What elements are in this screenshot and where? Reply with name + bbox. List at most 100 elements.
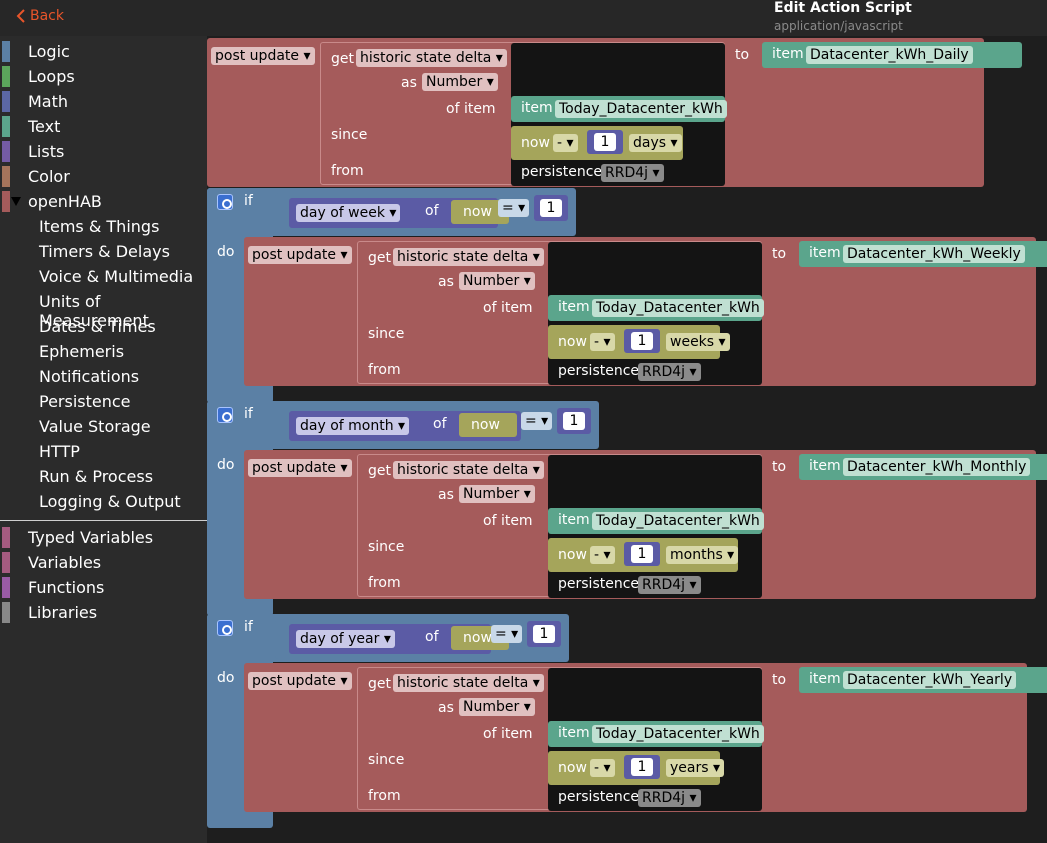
target-item-block[interactable]: item Datacenter_kWh_Weekly bbox=[799, 241, 1047, 267]
minus-operator-dropdown[interactable]: - ▾ bbox=[553, 134, 578, 152]
date-part-dropdown[interactable]: day of week ▾ bbox=[296, 204, 401, 222]
persistence-service-dropdown[interactable]: RRD4j ▾ bbox=[638, 363, 701, 381]
date-part-block[interactable]: day of year ▾ of now bbox=[289, 624, 509, 654]
compare-block[interactable]: day of month ▾ of now = ▾ 1 bbox=[275, 406, 591, 446]
post-update-dropdown[interactable]: post update ▾ bbox=[211, 47, 315, 65]
target-item-block[interactable]: item Datacenter_kWh_Daily bbox=[762, 42, 1022, 68]
post-update-dropdown[interactable]: post update ▾ bbox=[248, 672, 352, 690]
number-block[interactable]: 1 bbox=[624, 542, 660, 566]
toolbox-category-lists[interactable]: Lists bbox=[0, 139, 207, 164]
toolbox-subcategory[interactable]: Logging & Output bbox=[39, 492, 181, 517]
number-block[interactable]: 1 bbox=[624, 329, 660, 353]
toolbox-subcategory[interactable]: HTTP bbox=[39, 442, 80, 467]
equals-dropdown[interactable]: = ▾ bbox=[521, 412, 553, 430]
date-part-dropdown[interactable]: day of year ▾ bbox=[296, 630, 395, 648]
toolbox-subcategory[interactable]: Notifications bbox=[39, 367, 139, 392]
number-type-dropdown[interactable]: Number ▾ bbox=[422, 73, 498, 91]
toolbox-subcategory[interactable]: Voice & Multimedia bbox=[39, 267, 193, 292]
number-block[interactable]: 1 bbox=[587, 130, 623, 154]
post-update-block[interactable]: post update ▾ get historic state delta ▾ as… bbox=[207, 38, 1022, 187]
mutator-gear-icon[interactable] bbox=[217, 620, 233, 636]
post-update-dropdown[interactable]: post update ▾ bbox=[248, 459, 352, 477]
number-block[interactable]: 1 bbox=[624, 755, 660, 779]
persistence-block[interactable]: persistence RRD4j ▾ bbox=[548, 786, 708, 808]
toolbox-category-functions[interactable]: Functions bbox=[0, 575, 207, 600]
post-update-block[interactable]: post update ▾ get historic state delta ▾ as… bbox=[244, 450, 1047, 599]
toolbox-category-typed-variables[interactable]: Typed Variables bbox=[0, 525, 207, 550]
time-unit-dropdown[interactable]: weeks ▾ bbox=[666, 333, 730, 351]
number-field[interactable]: 1 bbox=[533, 625, 555, 643]
toolbox-subcategory[interactable]: Persistence bbox=[39, 392, 131, 417]
toolbox-subcategory[interactable]: Value Storage bbox=[39, 417, 151, 442]
historic-state-delta-block[interactable]: get historic state delta ▾ as Number ▾ of it… bbox=[357, 454, 764, 598]
historic-state-delta-dropdown[interactable]: historic state delta ▾ bbox=[393, 248, 544, 266]
number-block[interactable]: 1 bbox=[534, 195, 568, 221]
toolbox-category-color[interactable]: Color bbox=[0, 164, 207, 189]
number-type-dropdown[interactable]: Number ▾ bbox=[459, 698, 535, 716]
expand-arrow-icon[interactable] bbox=[11, 197, 21, 206]
toolbox-category-openhab[interactable]: openHAB bbox=[0, 189, 207, 214]
target-item-field[interactable]: Datacenter_kWh_Yearly bbox=[843, 671, 1017, 689]
source-item-block[interactable]: item Today_Datacenter_kWh bbox=[548, 295, 764, 321]
minus-operator-dropdown[interactable]: - ▾ bbox=[590, 759, 615, 777]
toolbox-subcategory[interactable]: Dates & Times bbox=[39, 317, 156, 342]
now-offset-block[interactable]: now - ▾ 1 years ▾ bbox=[548, 751, 725, 785]
target-item-block[interactable]: item Datacenter_kWh_Monthly bbox=[799, 454, 1047, 480]
toolbox-subcategory[interactable]: Items & Things bbox=[39, 217, 159, 242]
source-item-field[interactable]: Today_Datacenter_kWh bbox=[592, 299, 764, 317]
date-part-block[interactable]: day of week ▾ of now bbox=[289, 198, 509, 228]
target-item-field[interactable]: Datacenter_kWh_Weekly bbox=[843, 245, 1025, 263]
toolbox-subcategory[interactable]: Run & Process bbox=[39, 467, 153, 492]
persistence-service-dropdown[interactable]: RRD4j ▾ bbox=[638, 576, 701, 594]
time-unit-dropdown[interactable]: months ▾ bbox=[666, 546, 739, 564]
number-field[interactable]: 1 bbox=[540, 199, 562, 217]
source-item-field[interactable]: Today_Datacenter_kWh bbox=[592, 725, 764, 743]
source-item-block[interactable]: item Today_Datacenter_kWh bbox=[548, 508, 764, 534]
historic-state-delta-block[interactable]: get historic state delta ▾ as Number ▾ of it… bbox=[357, 241, 764, 385]
post-update-block[interactable]: post update ▾ get historic state delta ▾ as… bbox=[244, 663, 1047, 812]
number-type-dropdown[interactable]: Number ▾ bbox=[459, 272, 535, 290]
time-unit-dropdown[interactable]: years ▾ bbox=[666, 759, 725, 777]
historic-state-delta-block[interactable]: get historic state delta ▾ as Number ▾ of it… bbox=[357, 667, 764, 811]
post-update-dropdown[interactable]: post update ▾ bbox=[248, 246, 352, 264]
toolbox-category-text[interactable]: Text bbox=[0, 114, 207, 139]
compare-block[interactable]: day of week ▾ of now = ▾ 1 bbox=[275, 193, 568, 233]
number-field[interactable]: 1 bbox=[631, 332, 653, 350]
historic-state-delta-dropdown[interactable]: historic state delta ▾ bbox=[393, 674, 544, 692]
time-unit-dropdown[interactable]: days ▾ bbox=[629, 134, 682, 152]
mutator-gear-icon[interactable] bbox=[217, 194, 233, 210]
blockly-workspace[interactable]: post update ▾ get historic state delta ▾ as… bbox=[207, 36, 1047, 843]
post-update-block[interactable]: post update ▾ get historic state delta ▾ as… bbox=[244, 237, 1047, 386]
number-field[interactable]: 1 bbox=[631, 545, 653, 563]
persistence-block[interactable]: persistence RRD4j ▾ bbox=[511, 161, 671, 183]
minus-operator-dropdown[interactable]: - ▾ bbox=[590, 333, 615, 351]
source-item-block[interactable]: item Today_Datacenter_kWh bbox=[511, 96, 727, 122]
number-type-dropdown[interactable]: Number ▾ bbox=[459, 485, 535, 503]
historic-state-delta-dropdown[interactable]: historic state delta ▾ bbox=[393, 461, 544, 479]
now-block[interactable]: now bbox=[459, 413, 517, 437]
toolbox-category-loops[interactable]: Loops bbox=[0, 64, 207, 89]
toolbox-category-math[interactable]: Math bbox=[0, 89, 207, 114]
now-offset-block[interactable]: now - ▾ 1 weeks ▾ bbox=[548, 325, 730, 359]
source-item-field[interactable]: Today_Datacenter_kWh bbox=[555, 100, 727, 118]
source-item-block[interactable]: item Today_Datacenter_kWh bbox=[548, 721, 764, 747]
back-button[interactable]: Back bbox=[16, 8, 64, 24]
date-part-dropdown[interactable]: day of month ▾ bbox=[296, 417, 410, 435]
now-offset-block[interactable]: now - ▾ 1 months ▾ bbox=[548, 538, 739, 572]
toolbox-subcategory[interactable]: Units of Measurement bbox=[39, 292, 207, 330]
date-part-block[interactable]: day of month ▾ of now bbox=[289, 411, 521, 441]
target-item-field[interactable]: Datacenter_kWh_Daily bbox=[806, 46, 973, 64]
historic-state-delta-dropdown[interactable]: historic state delta ▾ bbox=[356, 49, 507, 67]
persistence-block[interactable]: persistence RRD4j ▾ bbox=[548, 360, 708, 382]
number-field[interactable]: 1 bbox=[594, 133, 616, 151]
number-block[interactable]: 1 bbox=[557, 408, 591, 434]
mutator-gear-icon[interactable] bbox=[217, 407, 233, 423]
compare-block[interactable]: day of year ▾ of now = ▾ 1 bbox=[275, 619, 561, 659]
persistence-service-dropdown[interactable]: RRD4j ▾ bbox=[601, 164, 664, 182]
number-block[interactable]: 1 bbox=[527, 621, 561, 647]
historic-state-delta-block[interactable]: get historic state delta ▾ as Number ▾ of it… bbox=[320, 42, 727, 186]
target-item-block[interactable]: item Datacenter_kWh_Yearly bbox=[799, 667, 1047, 693]
toolbox-category-libraries[interactable]: Libraries bbox=[0, 600, 207, 625]
number-field[interactable]: 1 bbox=[563, 412, 585, 430]
now-offset-block[interactable]: now - ▾ 1 days ▾ bbox=[511, 126, 683, 160]
